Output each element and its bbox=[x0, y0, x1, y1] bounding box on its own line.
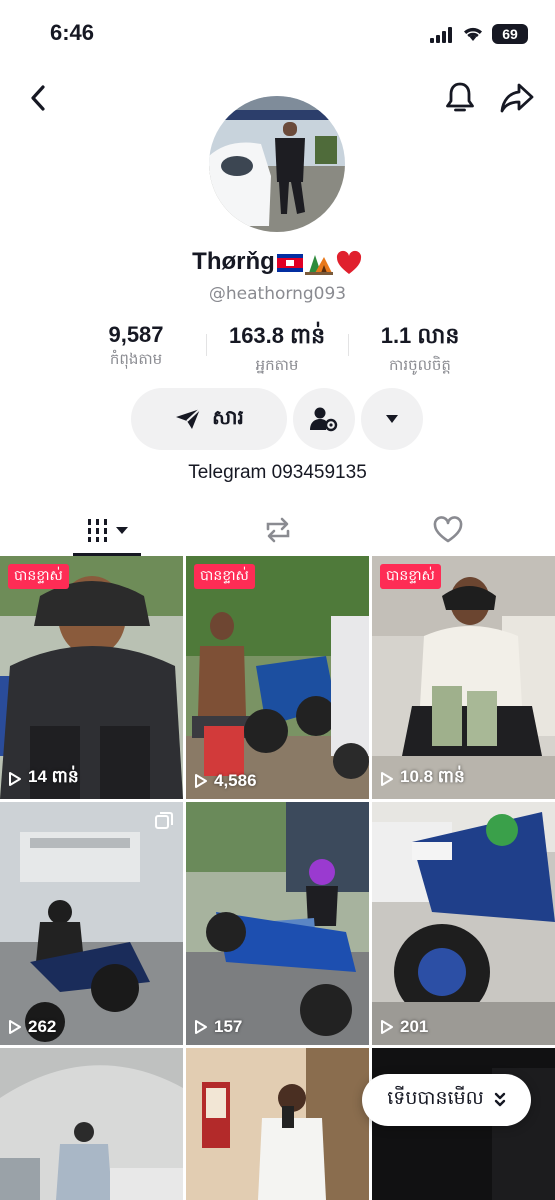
followers-count: 163.8 ពាន់ bbox=[228, 323, 326, 348]
view-count-text: 157 bbox=[214, 1017, 243, 1036]
video-thumbnail-image bbox=[0, 1048, 183, 1200]
video-thumbnail[interactable] bbox=[0, 1048, 183, 1200]
back-button[interactable] bbox=[20, 80, 56, 116]
play-icon bbox=[9, 771, 21, 786]
camping-tent-icon bbox=[304, 254, 333, 275]
view-count: 201 bbox=[380, 1017, 428, 1037]
share-button[interactable] bbox=[496, 78, 538, 118]
pinned-badge: បានខ្ទាស់ bbox=[8, 564, 69, 589]
view-count: 157 bbox=[194, 1017, 242, 1037]
view-count: 14 ពាន់ bbox=[8, 766, 79, 791]
repost-icon bbox=[266, 517, 289, 543]
followers-stat[interactable]: 163.8 ពាន់ អ្នកតាម bbox=[212, 322, 342, 378]
likes-stat[interactable]: 1.1 លាន ការចូលចិត្ត bbox=[355, 322, 485, 378]
recently-watched-label: ទើបបានមើល bbox=[387, 1087, 484, 1109]
video-thumbnail[interactable]: 201 bbox=[372, 802, 555, 1045]
multi-photo-icon bbox=[155, 812, 173, 829]
stat-divider bbox=[348, 334, 349, 356]
caret-down-icon bbox=[386, 415, 398, 423]
view-count-text: 201 bbox=[400, 1017, 429, 1036]
play-icon bbox=[381, 1020, 393, 1034]
heart-icon bbox=[433, 516, 462, 543]
view-count-text: 4,586 bbox=[214, 771, 257, 790]
red-heart-icon bbox=[336, 250, 361, 274]
add-friend-button[interactable] bbox=[293, 388, 355, 450]
video-thumbnail-image bbox=[372, 556, 555, 799]
stat-divider bbox=[206, 334, 207, 356]
share-icon bbox=[500, 83, 534, 113]
content-tabs bbox=[0, 505, 555, 556]
grid-icon bbox=[87, 519, 128, 542]
view-count-text: 262 bbox=[28, 1017, 57, 1036]
following-count: 9,587 bbox=[108, 322, 164, 347]
status-time: 6:46 bbox=[50, 20, 95, 45]
notifications-button[interactable] bbox=[440, 78, 480, 118]
cambodia-flag-icon bbox=[276, 253, 303, 272]
tab-reposts[interactable] bbox=[185, 505, 370, 555]
video-thumbnail[interactable] bbox=[186, 1048, 369, 1200]
tab-videos[interactable] bbox=[15, 505, 200, 555]
message-button[interactable]: សារ bbox=[131, 388, 287, 450]
profile-bio: Telegram 093459135 bbox=[188, 462, 367, 483]
video-thumbnail[interactable]: បានខ្ទាស់ 14 ពាន់ bbox=[0, 556, 183, 799]
double-chevron-down-icon bbox=[494, 1092, 505, 1107]
video-thumbnail-image bbox=[0, 802, 183, 1045]
following-stat[interactable]: 9,587 កំពុងតាម bbox=[76, 322, 196, 372]
view-count: 10.8 ពាន់ bbox=[380, 766, 465, 791]
bell-icon bbox=[446, 82, 474, 112]
play-icon bbox=[195, 1020, 207, 1034]
view-count: 4,586 bbox=[194, 771, 257, 791]
followers-label: អ្នកតាម bbox=[255, 356, 299, 374]
video-thumbnail[interactable]: បានខ្ទាស់ 10.8 ពាន់ bbox=[372, 556, 555, 799]
video-thumbnail[interactable]: បានខ្ទាស់ 4,586 bbox=[186, 556, 369, 799]
wifi-icon bbox=[464, 27, 482, 41]
avatar-photo bbox=[209, 96, 345, 232]
video-thumbnail-image bbox=[186, 1048, 369, 1200]
message-label: សារ bbox=[212, 405, 244, 429]
chevron-left-icon bbox=[31, 85, 45, 111]
view-count-text: 14 ពាន់ bbox=[28, 767, 79, 786]
profile-stats: 9,587 កំពុងតាម 163.8 ពាន់ អ្នកតាម 1.1 លា… bbox=[0, 322, 555, 378]
pinned-badge: បានខ្ទាស់ bbox=[194, 564, 255, 589]
user-gear-icon bbox=[310, 407, 338, 432]
avatar[interactable] bbox=[209, 96, 345, 232]
likes-label: ការចូលចិត្ត bbox=[389, 356, 451, 374]
video-thumbnail[interactable]: 157 bbox=[186, 802, 369, 1045]
following-label: កំពុងតាម bbox=[109, 350, 163, 368]
video-thumbnail-image bbox=[372, 802, 555, 1045]
tab-liked[interactable] bbox=[355, 505, 540, 555]
view-count-text: 10.8 ពាន់ bbox=[400, 767, 465, 786]
username-handle: @heathorng093 bbox=[208, 284, 347, 304]
profile-actions: សារ bbox=[0, 388, 555, 450]
view-count: 262 bbox=[8, 1017, 56, 1037]
more-options-button[interactable] bbox=[361, 388, 423, 450]
display-name: Thørňg bbox=[0, 248, 555, 276]
video-thumbnail-image bbox=[0, 556, 183, 799]
video-thumbnail[interactable]: 262 bbox=[0, 802, 183, 1045]
status-bar: 6:46 69 bbox=[0, 0, 555, 70]
play-icon bbox=[9, 1020, 21, 1034]
display-name-text: Thørňg bbox=[192, 248, 275, 275]
play-icon bbox=[381, 771, 393, 786]
video-thumbnail-image bbox=[186, 556, 369, 799]
video-thumbnail-image bbox=[186, 802, 369, 1045]
signal-icon bbox=[430, 27, 454, 43]
likes-count: 1.1 លាន bbox=[380, 323, 460, 348]
play-icon bbox=[195, 774, 207, 788]
send-icon bbox=[176, 408, 201, 429]
pinned-badge: បានខ្ទាស់ bbox=[380, 564, 441, 589]
battery-indicator: 69 bbox=[492, 24, 528, 44]
recently-watched-button[interactable]: ទើបបានមើល bbox=[362, 1074, 531, 1126]
